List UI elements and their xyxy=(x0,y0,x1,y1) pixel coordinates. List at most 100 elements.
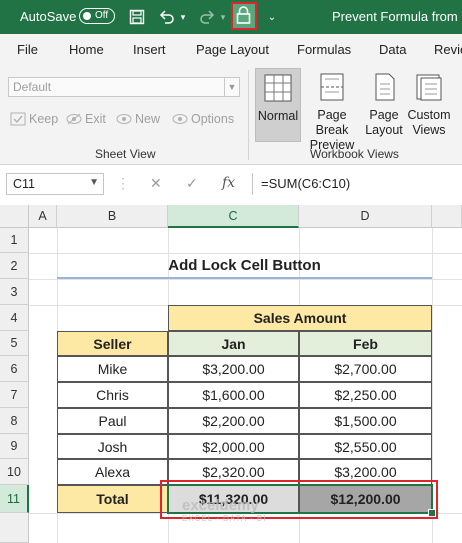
row-header[interactable]: 7 xyxy=(0,382,29,408)
new-label: New xyxy=(135,112,161,126)
sheet-view-select[interactable]: Default ▼ xyxy=(8,77,240,97)
gridline xyxy=(29,279,462,280)
toggle-state: Off xyxy=(95,10,109,21)
options-button[interactable]: Options xyxy=(172,112,234,126)
column-header-c[interactable]: C xyxy=(168,205,299,228)
formula-input[interactable]: =SUM(C6:C10) xyxy=(252,173,462,195)
redo-icon[interactable] xyxy=(196,6,218,28)
new-button[interactable]: New xyxy=(116,112,160,126)
column-header-b[interactable]: B xyxy=(57,205,168,228)
sheet-title[interactable]: Add Lock Cell Button xyxy=(57,253,432,279)
jan-cell[interactable]: $1,600.00 xyxy=(168,382,299,408)
page-layout-icon xyxy=(375,73,395,101)
page-layout-view-label: Page Layout xyxy=(365,108,403,137)
seller-cell[interactable]: Paul xyxy=(57,408,168,434)
enter-icon[interactable]: ✓ xyxy=(186,175,198,192)
eye-new-icon xyxy=(116,114,132,124)
row-header[interactable]: 2 xyxy=(0,253,29,279)
chevron-down-icon: ▼ xyxy=(89,177,99,188)
options-label: Options xyxy=(191,112,235,126)
watermark-logo: exceldemy EXCEL · DATA · BI xyxy=(182,497,266,523)
keep-button[interactable]: Keep xyxy=(10,112,58,126)
chevron-down-icon: ▼ xyxy=(224,78,239,96)
sheet-view-value: Default xyxy=(13,80,52,94)
menu-home[interactable]: Home xyxy=(69,42,104,57)
undo-dropdown-icon[interactable]: ▾ xyxy=(178,6,188,28)
row-header[interactable]: 10 xyxy=(0,459,29,485)
menu-page-layout[interactable]: Page Layout xyxy=(196,42,269,57)
page-break-preview-button[interactable]: Page Break Preview xyxy=(302,68,362,152)
feb-cell[interactable]: $2,550.00 xyxy=(299,434,432,459)
menu-review[interactable]: Revie xyxy=(434,42,462,57)
normal-view-label: Normal xyxy=(257,109,299,123)
eye-options-icon xyxy=(172,114,188,124)
keep-icon xyxy=(10,112,26,126)
column-header-d[interactable]: D xyxy=(299,205,432,228)
jan-cell[interactable]: $3,200.00 xyxy=(168,356,299,382)
row-header[interactable]: 3 xyxy=(0,279,29,305)
menu-file[interactable]: File xyxy=(17,42,38,57)
workbook-views-group-label: Workbook Views xyxy=(310,147,399,161)
group-divider xyxy=(248,70,249,160)
column-header-e[interactable] xyxy=(432,205,462,228)
row-header[interactable]: 11 xyxy=(0,485,29,513)
ribbon: Default ▼ Keep Exit New Options Sheet Vi… xyxy=(0,64,462,165)
custom-views-button[interactable]: Custom Views xyxy=(405,68,453,142)
name-box-value: C11 xyxy=(13,177,36,191)
row-header[interactable] xyxy=(0,513,29,543)
seller-cell[interactable]: Josh xyxy=(57,434,168,459)
menu-data[interactable]: Data xyxy=(379,42,406,57)
toggle-knob xyxy=(83,11,91,20)
redo-dropdown-icon[interactable]: ▾ xyxy=(218,6,228,28)
cancel-icon[interactable]: ✕ xyxy=(150,175,162,192)
lock-cell-button[interactable] xyxy=(231,2,257,30)
customize-toolbar-icon[interactable]: ⌄ xyxy=(266,6,278,28)
feb-cell[interactable]: $2,250.00 xyxy=(299,382,432,408)
feb-header[interactable]: Feb xyxy=(299,331,432,356)
seller-header[interactable]: Seller xyxy=(57,331,168,356)
select-all-corner[interactable] xyxy=(0,205,29,228)
watermark-tagline: EXCEL · DATA · BI xyxy=(182,514,267,523)
seller-cell[interactable]: Alexa xyxy=(57,459,168,485)
normal-view-button[interactable]: Normal xyxy=(255,68,301,142)
jan-cell[interactable]: $2,000.00 xyxy=(168,434,299,459)
menu-insert[interactable]: Insert xyxy=(133,42,166,57)
keep-label: Keep xyxy=(29,112,59,126)
total-label-cell[interactable]: Total xyxy=(57,485,168,513)
watermark-brand: exceldemy xyxy=(182,497,259,514)
seller-cell[interactable]: Mike xyxy=(57,356,168,382)
autosave-toggle[interactable]: Off xyxy=(79,8,115,24)
window-title: Prevent Formula from Be xyxy=(332,9,462,24)
row-header[interactable]: 6 xyxy=(0,356,29,382)
row-header[interactable]: 8 xyxy=(0,408,29,434)
fill-handle[interactable] xyxy=(428,509,436,517)
autosave-label: AutoSave xyxy=(20,9,77,24)
custom-views-label: Custom Views xyxy=(407,108,451,137)
menu-bar: File Home Insert Page Layout Formulas Da… xyxy=(0,34,462,65)
row-header[interactable]: 1 xyxy=(0,228,29,253)
menu-formulas[interactable]: Formulas xyxy=(297,42,351,57)
title-bar: AutoSave Off ▾ ▾ ⌄ Prevent Formula from … xyxy=(0,0,462,34)
sheet-view-group-label: Sheet View xyxy=(95,147,156,161)
jan-header[interactable]: Jan xyxy=(168,331,299,356)
jan-cell[interactable]: $2,200.00 xyxy=(168,408,299,434)
feb-cell[interactable]: $1,500.00 xyxy=(299,408,432,434)
row-header[interactable]: 5 xyxy=(0,331,29,356)
row-header[interactable]: 9 xyxy=(0,434,29,459)
column-header-a[interactable]: A xyxy=(29,205,57,228)
row-header[interactable]: 4 xyxy=(0,305,29,331)
insert-function-icon[interactable]: fx xyxy=(222,175,235,191)
page-break-icon xyxy=(320,73,344,101)
feb-cell[interactable]: $2,700.00 xyxy=(299,356,432,382)
exit-label: Exit xyxy=(85,112,106,126)
custom-views-icon xyxy=(416,74,442,101)
exit-button[interactable]: Exit xyxy=(66,112,106,126)
page-layout-view-button[interactable]: Page Layout xyxy=(363,68,405,142)
name-box[interactable]: C11 ▼ xyxy=(6,173,104,195)
undo-icon[interactable] xyxy=(156,6,178,28)
lock-icon xyxy=(236,6,251,24)
seller-cell[interactable]: Chris xyxy=(57,382,168,408)
eye-close-icon xyxy=(66,113,82,125)
save-icon[interactable] xyxy=(126,6,148,28)
sales-amount-header[interactable]: Sales Amount xyxy=(168,305,432,331)
